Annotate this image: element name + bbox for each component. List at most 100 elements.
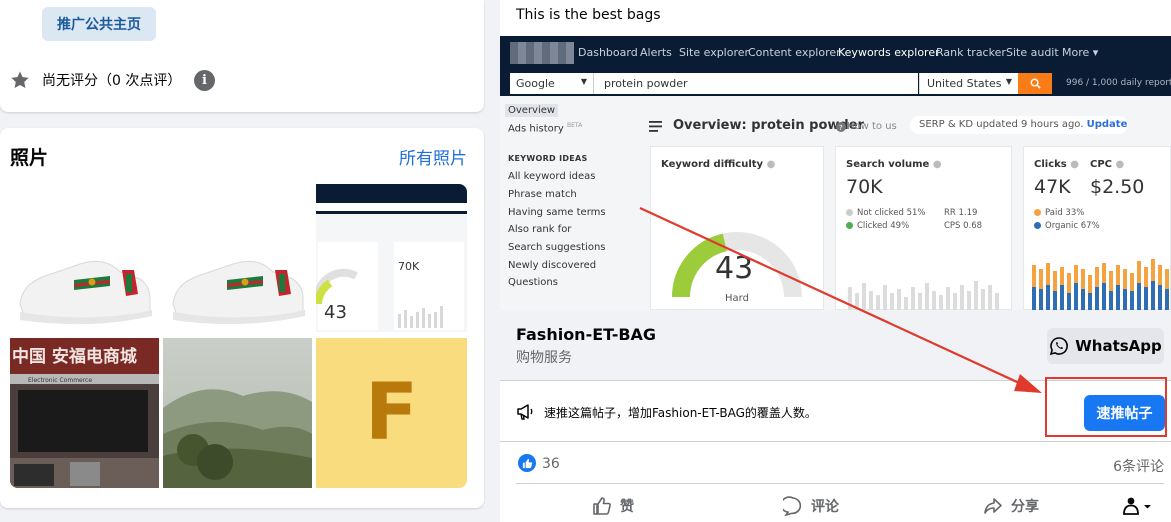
sv-value: 70K	[846, 176, 883, 198]
ahrefs-search-bar: Google ▼ protein powder United States ▼ 99…	[500, 70, 1171, 96]
ahrefs-nav-bar: Dashboard Alerts Site explorer Content e…	[500, 36, 1171, 70]
like-button[interactable]: 赞	[592, 492, 634, 520]
clicks-bars	[1032, 259, 1169, 310]
comment-count[interactable]: 6条评论	[1113, 456, 1164, 476]
sneaker-image	[163, 184, 312, 332]
boost-post-row: 速推这篇帖子，增加Fashion-ET-BAG的覆盖人数。 速推帖子	[500, 377, 1171, 442]
paid-share: Paid 33%	[1034, 208, 1084, 218]
like-label: 赞	[620, 499, 634, 515]
clicks-label-text: Clicks	[1034, 159, 1067, 170]
audience-selector[interactable]	[1121, 492, 1161, 520]
photo-screenshot-thumb[interactable]: 43 70K	[316, 184, 467, 332]
update-status: SERP & KD updated 9 hours ago. Update	[910, 116, 1128, 134]
like-reaction-icon[interactable]	[518, 454, 536, 472]
like-count[interactable]: 36	[542, 456, 560, 472]
country-select: United States ▼	[919, 73, 1018, 94]
menu-icon	[649, 121, 662, 132]
sidebar-item: All keyword ideas	[508, 171, 596, 182]
photo-storefront[interactable]: 中国 安福电商城 Electronic Commerce	[10, 338, 159, 488]
sidebar-ads-history: Ads history BETA	[508, 122, 582, 134]
sidebar-item: Also rank for	[508, 224, 572, 235]
sidebar-item: Phrase match	[508, 189, 577, 200]
sv-label-text: Search volume	[846, 159, 930, 170]
blurred-logo	[510, 42, 574, 64]
nav-item-dashboard: Dashboard	[578, 46, 638, 59]
sidebar-section-head: KEYWORD IDEAS	[508, 154, 588, 163]
sv-cps: CPS 0.68	[944, 221, 983, 231]
search-icon	[1030, 78, 1041, 89]
share-icon	[984, 498, 1002, 514]
store-sign-sub: Electronic Commerce	[28, 377, 92, 384]
chevron-down-icon	[1144, 505, 1151, 509]
nav-item-site-explorer: Site explorer	[679, 46, 750, 59]
megaphone-icon	[517, 404, 533, 420]
promote-page-button[interactable]: 推广公共主页	[42, 7, 156, 41]
sidebar-ads-history-label: Ads history	[508, 123, 564, 135]
sv-bars	[848, 281, 999, 310]
comment-icon	[783, 496, 802, 516]
help-icon: ?	[836, 122, 846, 132]
sv-label: Search volume ●	[846, 159, 942, 170]
info-icon[interactable]: i	[194, 70, 215, 91]
sv-not-clicked-text: Not clicked 51%	[857, 208, 926, 218]
photo-sneaker-1[interactable]	[10, 184, 159, 332]
kd-value: 43	[715, 251, 754, 286]
photo-f-logo[interactable]: F	[316, 338, 467, 488]
clicks-panel: Clicks ● CPC ● 47K $2.50 Paid 33% Organi…	[1023, 146, 1171, 310]
share-label: 分享	[1011, 499, 1039, 515]
thumbs-up-icon	[522, 458, 532, 468]
clicks-value: 47K	[1034, 176, 1071, 198]
chevron-down-icon: ▼	[580, 77, 587, 86]
reactions-row: 36 6条评论	[516, 444, 1164, 484]
share-button[interactable]: 分享	[983, 492, 1039, 520]
page-attribution-band: Fashion-ET-BAG 购物服务 WhatsApp	[500, 310, 1171, 380]
storefront-image: 中国 安福电商城 Electronic Commerce	[10, 338, 159, 488]
paid-share-text: Paid 33%	[1045, 208, 1085, 218]
photos-card: 照片 所有照片 43 70K 中国 安福电商城 Electronic Comme…	[0, 128, 484, 508]
boost-post-button[interactable]: 速推帖子	[1084, 395, 1165, 431]
beta-badge: BETA	[566, 122, 583, 129]
sidebar-item: Questions	[508, 277, 558, 288]
comment-button[interactable]: 评论	[783, 492, 839, 520]
whatsapp-button[interactable]: WhatsApp	[1047, 328, 1164, 364]
help-icon: ●	[1115, 159, 1125, 170]
audience-icon	[1123, 497, 1151, 515]
whatsapp-label: WhatsApp	[1075, 337, 1162, 355]
country-value: United States	[927, 77, 1002, 90]
screenshot-thumbnail: 43 70K	[316, 184, 467, 332]
photos-title: 照片	[10, 147, 49, 169]
kd-panel: Keyword difficulty ● 43 Hard	[650, 146, 824, 310]
nav-item-alerts: Alerts	[640, 46, 672, 59]
update-status-text: SERP & KD updated 9 hours ago.	[919, 119, 1084, 130]
help-icon: ●	[1070, 159, 1079, 170]
svg-text:70K: 70K	[398, 260, 420, 273]
store-sign: 中国 安福电商城	[12, 346, 137, 367]
sneaker-image	[10, 184, 159, 332]
page-name[interactable]: Fashion-ET-BAG	[516, 325, 656, 344]
ahrefs-main: Overview: protein powder ? How to us SER…	[636, 96, 1171, 310]
cpc-label: CPC ●	[1090, 159, 1124, 170]
search-volume-panel: Search volume ● 70K Not clicked 51% Clic…	[835, 146, 1012, 310]
page-category: 购物服务	[516, 350, 572, 366]
all-photos-link[interactable]: 所有照片	[399, 144, 467, 169]
f-logo-letter: F	[364, 368, 419, 458]
organic-share-text: Organic 67%	[1045, 221, 1100, 231]
sv-not-clicked: Not clicked 51%	[846, 208, 926, 218]
cpc-value: $2.50	[1090, 176, 1145, 198]
photo-sneaker-2[interactable]	[163, 184, 312, 332]
post-image-screenshot[interactable]: Dashboard Alerts Site explorer Content e…	[500, 36, 1171, 310]
sv-clicked-text: Clicked 49%	[857, 221, 910, 231]
nav-item-keywords-explorer: Keywords explorer	[838, 46, 940, 59]
rating-row: 尚无评分（0 次点评）	[10, 70, 181, 90]
sidebar-item: Newly discovered	[508, 260, 597, 271]
help-icon: ●	[766, 159, 776, 170]
chevron-down-icon: ▼	[1005, 77, 1012, 86]
boost-description: 速推这篇帖子，增加Fashion-ET-BAG的覆盖人数。	[544, 406, 817, 420]
organic-share: Organic 67%	[1034, 221, 1100, 231]
help-icon: ●	[932, 159, 942, 170]
reports-counter: 996 / 1,000 daily reports le	[1066, 78, 1171, 88]
update-link: Update	[1086, 119, 1128, 130]
photo-landscape[interactable]	[163, 338, 312, 488]
svg-text:?: ?	[839, 124, 843, 132]
cpc-label-text: CPC	[1090, 159, 1113, 170]
